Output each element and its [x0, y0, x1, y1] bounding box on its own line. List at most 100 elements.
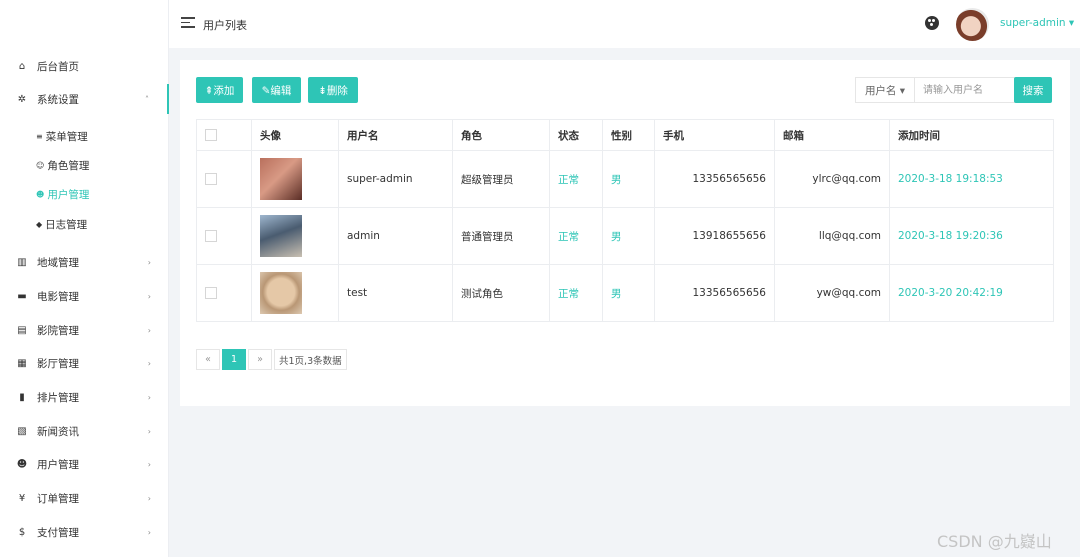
page-title: 用户列表	[203, 19, 247, 32]
delete-button[interactable]: ⇟删除	[308, 77, 358, 103]
chevron-right-icon: ›	[147, 426, 151, 436]
search-group: 用户名 ▾	[855, 77, 1015, 103]
sidebar-item-orders[interactable]: ¥ 订单管理 ›	[0, 483, 169, 513]
role-cell: 普通管理员	[452, 207, 550, 265]
status-cell: 正常	[549, 207, 603, 265]
sidebar-item-label: 支付管理	[37, 526, 79, 539]
user-group-icon: ☻	[36, 189, 45, 199]
status-cell: 正常	[549, 150, 603, 208]
status-cell: 正常	[549, 264, 603, 322]
sidebar-item-label: 用户管理	[37, 458, 79, 471]
phone-cell: 13356565656	[654, 150, 775, 208]
table-row[interactable]: super-admin 超级管理员 正常 男 13356565656 ylrc@…	[196, 150, 1054, 208]
sidebar-item-label: 系统设置	[37, 93, 79, 106]
username-cell: super-admin	[338, 150, 453, 208]
sidebar-subitem-role[interactable]: ☺ 角色管理	[0, 152, 169, 178]
sidebar-item-system-settings[interactable]: ✲ 系统设置 ˄	[0, 84, 169, 114]
time-cell: 2020-3-18 19:18:53	[889, 150, 1054, 208]
sidebar-item-cinema[interactable]: ▤ 影院管理 ›	[0, 315, 169, 345]
news-icon: ▧	[17, 425, 27, 437]
chevron-right-icon: ›	[147, 527, 151, 537]
table-row[interactable]: admin 普通管理员 正常 男 13918655656 llq@qq.com …	[196, 207, 1054, 265]
cinema-icon: ▤	[17, 324, 27, 336]
sidebar-item-label: 后台首页	[37, 60, 79, 73]
email-cell: yw@qq.com	[774, 264, 890, 322]
select-all-cell	[196, 119, 252, 151]
gender-cell: 男	[602, 264, 655, 322]
menu-toggle-icon[interactable]	[181, 17, 195, 29]
search-input[interactable]	[915, 78, 1014, 102]
page-1-button[interactable]: 1	[222, 349, 246, 370]
add-button[interactable]: ⇞添加	[196, 77, 243, 103]
sidebar-subitem-label: 角色管理	[47, 159, 90, 172]
next-page-button[interactable]: »	[248, 349, 272, 370]
phone-cell: 13356565656	[654, 264, 775, 322]
sidebar-subitem-menu[interactable]: ≡ 菜单管理	[0, 123, 169, 149]
column-header: 手机	[654, 119, 775, 151]
sidebar-subitem-log[interactable]: ◆ 日志管理	[0, 211, 169, 237]
sidebar-item-user-management[interactable]: ☻ 用户管理 ›	[0, 449, 169, 479]
film-icon: ▬	[17, 290, 27, 302]
sidebar-item-label: 排片管理	[37, 391, 79, 404]
sidebar-item-home[interactable]: ⌂ 后台首页	[0, 51, 169, 81]
home-icon: ⌂	[18, 60, 26, 72]
sidebar-item-label: 新闻资讯	[37, 425, 79, 438]
sidebar-subitem-user[interactable]: ☻ 用户管理	[0, 181, 169, 207]
edit-button[interactable]: ✎编辑	[252, 77, 301, 103]
row-checkbox[interactable]	[205, 173, 217, 185]
sidebar-item-movie[interactable]: ▬ 电影管理 ›	[0, 281, 169, 311]
page-summary: 共1页,3条数据	[274, 349, 347, 370]
user-avatar	[260, 158, 302, 200]
search-field-select[interactable]: 用户名 ▾	[856, 78, 915, 102]
sidebar-item-news[interactable]: ▧ 新闻资讯 ›	[0, 416, 169, 446]
sidebar-item-hall[interactable]: ▦ 影厅管理 ›	[0, 348, 169, 378]
phone-cell: 13918655656	[654, 207, 775, 265]
user-table: 头像 用户名 角色 状态 性别 手机 邮箱 添加时间 super-admin 超…	[196, 119, 1054, 322]
sidebar-item-schedule[interactable]: ▮ 排片管理 ›	[0, 382, 169, 412]
chevron-up-icon: ˄	[145, 94, 149, 104]
user-avatar	[260, 215, 302, 257]
search-button[interactable]: 搜索	[1014, 77, 1052, 103]
yen-icon: ¥	[18, 492, 26, 504]
row-checkbox[interactable]	[205, 287, 217, 299]
gender-cell: 男	[602, 207, 655, 265]
column-header: 性别	[602, 119, 655, 151]
user-avatar	[260, 272, 302, 314]
table-row[interactable]: test 测试角色 正常 男 13356565656 yw@qq.com 202…	[196, 264, 1054, 322]
role-cell: 测试角色	[452, 264, 550, 322]
watermark: CSDN @九嶷山	[937, 532, 1052, 551]
sidebar-item-label: 电影管理	[37, 290, 79, 303]
prev-page-button[interactable]: «	[196, 349, 220, 370]
pagination: « 1 » 共1页,3条数据	[196, 349, 349, 370]
role-icon: ☺	[36, 160, 45, 170]
username-cell: test	[338, 264, 453, 322]
avatar[interactable]	[956, 8, 989, 41]
sidebar-subitem-label: 日志管理	[45, 218, 88, 231]
top-bar: 用户列表 super-admin ▾	[169, 0, 1080, 48]
gear-icon: ✲	[17, 93, 27, 105]
sidebar-item-region[interactable]: ▥ 地域管理 ›	[0, 247, 169, 277]
row-checkbox[interactable]	[205, 230, 217, 242]
palette-icon[interactable]	[925, 16, 939, 30]
sidebar-subitem-label: 用户管理	[47, 188, 90, 201]
map-icon: ▥	[17, 256, 27, 268]
tag-icon: ◆	[36, 219, 43, 229]
dollar-icon: $	[18, 526, 26, 538]
table-header-row: 头像 用户名 角色 状态 性别 手机 邮箱 添加时间	[196, 119, 1054, 151]
sidebar: ⌂ 后台首页 ✲ 系统设置 ˄ ≡ 菜单管理 ☺ 角色管理 ☻ 用户管理 ◆ 日…	[0, 0, 169, 557]
role-cell: 超级管理员	[452, 150, 550, 208]
schedule-icon: ▮	[19, 391, 25, 403]
select-all-checkbox[interactable]	[205, 129, 217, 141]
time-cell: 2020-3-20 20:42:19	[889, 264, 1054, 322]
user-menu[interactable]: super-admin ▾	[1000, 17, 1074, 29]
column-header: 状态	[549, 119, 603, 151]
sidebar-item-payment[interactable]: $ 支付管理 ›	[0, 517, 169, 547]
chevron-right-icon: ›	[147, 325, 151, 335]
column-header: 角色	[452, 119, 550, 151]
chevron-right-icon: ›	[147, 257, 151, 267]
sidebar-item-label: 影厅管理	[37, 357, 79, 370]
gender-cell: 男	[602, 150, 655, 208]
chevron-right-icon: ›	[147, 358, 151, 368]
column-header: 用户名	[338, 119, 453, 151]
sidebar-item-label: 订单管理	[37, 492, 79, 505]
